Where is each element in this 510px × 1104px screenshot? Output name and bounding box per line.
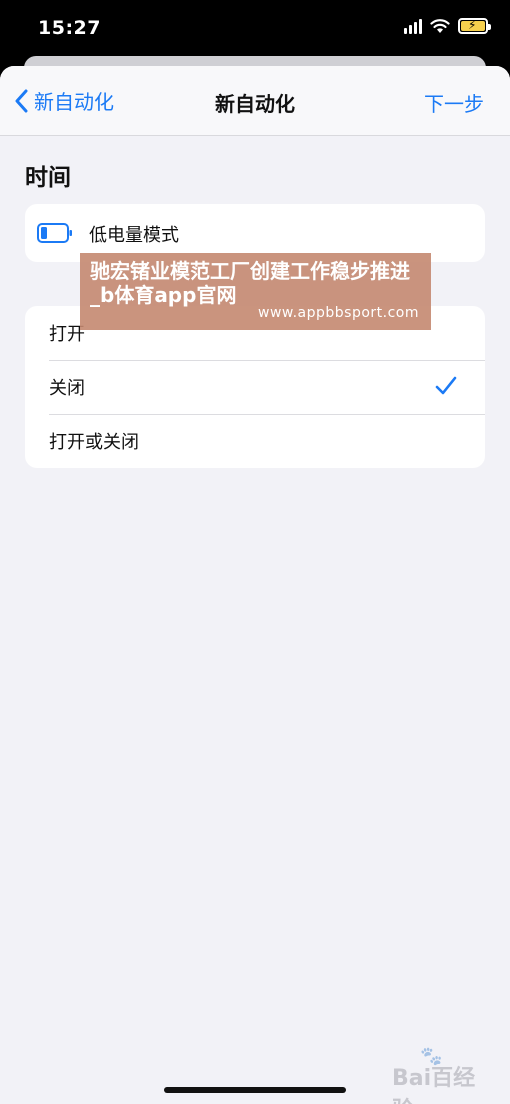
battery-charging-icon: ⚡ bbox=[458, 18, 491, 34]
watermark-title: 驰宏锗业模范工厂创建工作稳步推进_b体育app官网 bbox=[90, 259, 410, 307]
status-time: 15:27 bbox=[38, 17, 101, 39]
automation-sheet: 新自动化 新自动化 下一步 时间 低电量模式 打开 关闭 打开或关闭 bbox=[0, 66, 510, 1104]
option-label: 关闭 bbox=[49, 378, 85, 399]
wifi-icon bbox=[430, 19, 450, 33]
section-title: 时间 bbox=[25, 165, 71, 191]
checkmark-icon bbox=[435, 376, 457, 395]
next-button[interactable]: 下一步 bbox=[424, 88, 484, 117]
watermark-banner: 驰宏锗业模范工厂创建工作稳步推进_b体育app官网 www.appbbsport… bbox=[80, 253, 431, 330]
low-battery-icon bbox=[37, 223, 72, 243]
option-on-or-off[interactable]: 打开或关闭 bbox=[25, 414, 485, 468]
option-label: 打开或关闭 bbox=[49, 432, 139, 453]
cellular-signal-icon bbox=[404, 18, 422, 34]
trigger-label: 低电量模式 bbox=[89, 225, 179, 246]
watermark-url: www.appbbsport.com bbox=[258, 305, 419, 321]
option-turn-off[interactable]: 关闭 bbox=[25, 360, 485, 414]
status-bar: 15:27 ⚡ bbox=[0, 0, 510, 56]
baidu-logo-watermark: 🐾 Bai百经验 bbox=[392, 1046, 492, 1104]
options-list: 打开 关闭 打开或关闭 bbox=[25, 306, 485, 468]
home-indicator[interactable] bbox=[164, 1087, 346, 1093]
baidu-text: Bai百经验 bbox=[392, 1066, 476, 1104]
navigation-bar: 新自动化 新自动化 下一步 bbox=[0, 66, 510, 136]
status-icons: ⚡ bbox=[404, 18, 491, 34]
